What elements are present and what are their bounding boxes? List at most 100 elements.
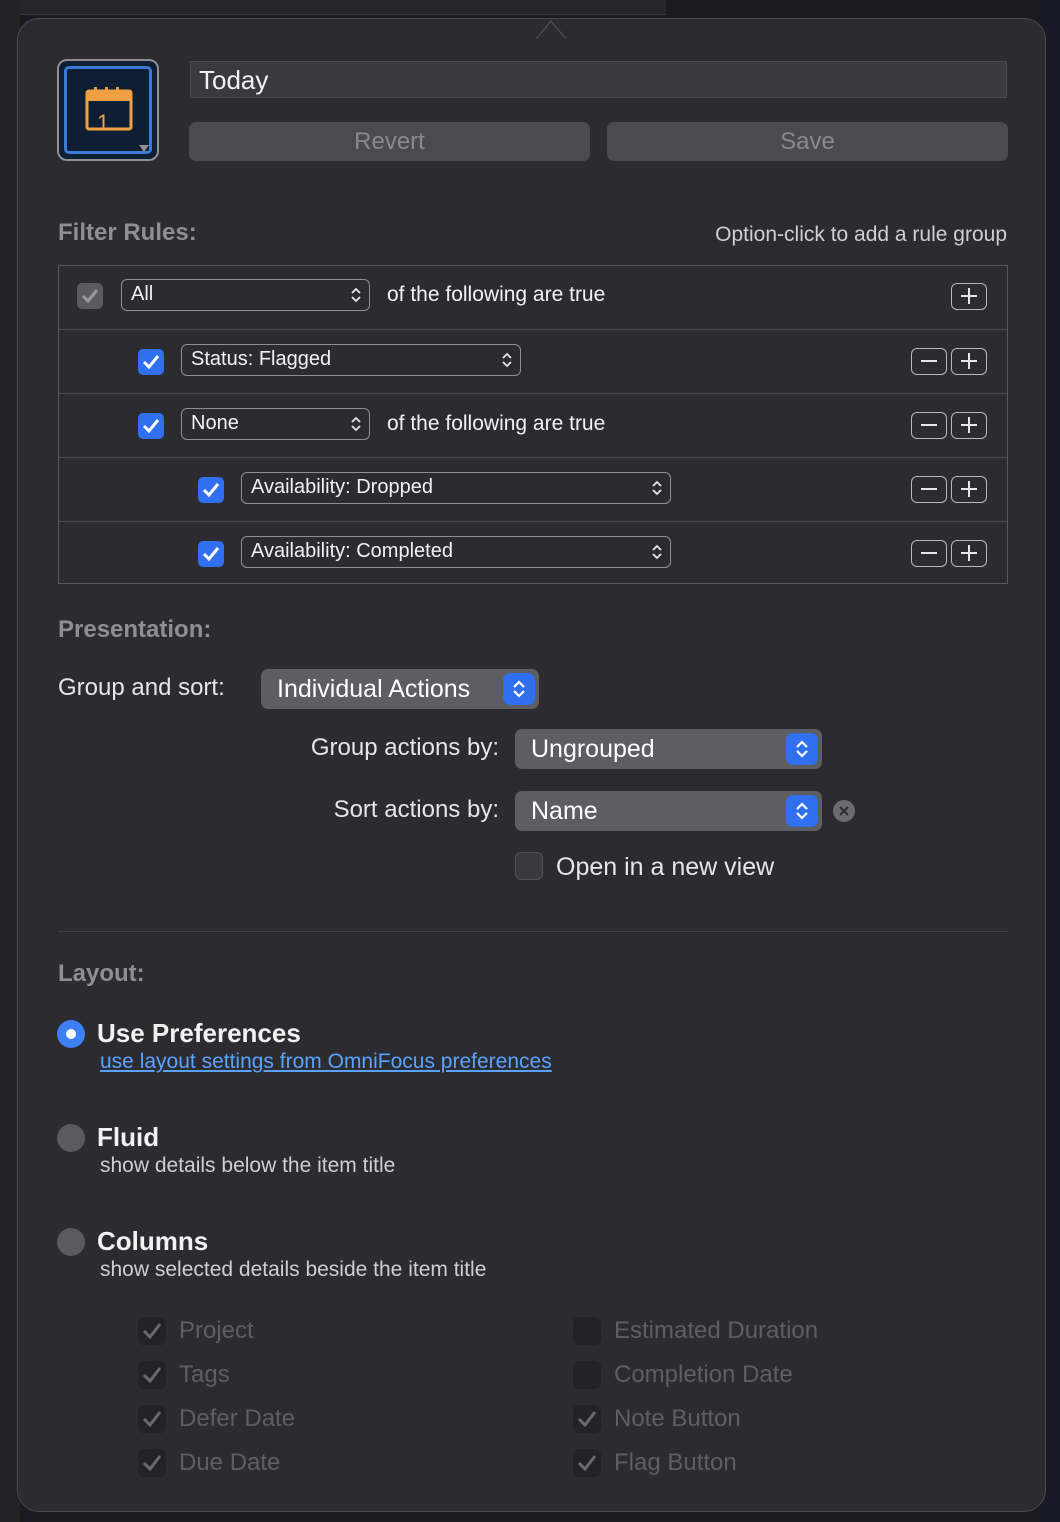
minus-icon bbox=[921, 424, 937, 426]
checkmark-icon bbox=[142, 355, 160, 370]
remove-rule-button[interactable] bbox=[911, 540, 947, 567]
updown-chevron-icon bbox=[351, 287, 361, 303]
rule-condition-popup[interactable]: Availability: Completed bbox=[241, 536, 671, 568]
column-checkbox-due-date[interactable] bbox=[138, 1449, 166, 1477]
column-label-estimated-duration: Estimated Duration bbox=[614, 1317, 819, 1344]
checkmark-icon bbox=[577, 1455, 597, 1472]
column-checkbox-project[interactable] bbox=[138, 1317, 166, 1345]
column-checkbox-completion-date[interactable] bbox=[573, 1361, 601, 1389]
calendar-day-number: 1 bbox=[97, 110, 110, 135]
add-rule-button[interactable] bbox=[951, 348, 987, 375]
remove-rule-button[interactable] bbox=[911, 476, 947, 503]
rule-suffix-text: of the following are true bbox=[387, 283, 606, 306]
revert-button[interactable]: Revert bbox=[189, 122, 590, 161]
checkmark-icon bbox=[142, 1411, 162, 1428]
perspective-name-field[interactable]: Today bbox=[190, 61, 1007, 98]
popup-value: Availability: Completed bbox=[251, 540, 453, 562]
column-label-project: Project bbox=[179, 1317, 254, 1344]
updown-chevron-icon bbox=[351, 416, 361, 432]
checkmark-icon bbox=[142, 1455, 162, 1472]
remove-rule-button[interactable] bbox=[911, 348, 947, 375]
add-rule-button[interactable] bbox=[951, 540, 987, 567]
rule-condition-popup[interactable]: Availability: Dropped bbox=[241, 472, 671, 504]
rule-checkbox[interactable] bbox=[198, 541, 224, 567]
rule-quantifier-popup[interactable]: None bbox=[181, 408, 370, 440]
checkmark-icon bbox=[142, 1367, 162, 1384]
plus-icon bbox=[961, 288, 977, 304]
popup-stepper bbox=[786, 733, 818, 765]
column-checkbox-note-button[interactable] bbox=[573, 1405, 601, 1433]
rule-condition-popup[interactable]: Status: Flagged bbox=[181, 344, 521, 376]
fluid-radio[interactable] bbox=[57, 1124, 85, 1152]
minus-icon bbox=[921, 552, 937, 554]
updown-chevron-icon bbox=[796, 802, 808, 820]
column-checkbox-flag-button[interactable] bbox=[573, 1449, 601, 1477]
rule-row-root: All of the following are true bbox=[59, 266, 1007, 330]
use-preferences-radio[interactable] bbox=[57, 1020, 85, 1048]
filter-rules-hint: Option-click to add a rule group bbox=[715, 223, 1007, 246]
save-button[interactable]: Save bbox=[607, 122, 1008, 161]
columns-radio[interactable] bbox=[57, 1228, 85, 1256]
perspective-icon-well[interactable]: 1 bbox=[57, 59, 159, 161]
column-label-note-button: Note Button bbox=[614, 1405, 741, 1432]
column-checkbox-defer-date[interactable] bbox=[138, 1405, 166, 1433]
column-label-flag-button: Flag Button bbox=[614, 1449, 737, 1476]
updown-chevron-icon bbox=[796, 740, 808, 758]
add-rule-button[interactable] bbox=[951, 283, 987, 310]
new-view-label: Open in a new view bbox=[556, 853, 775, 881]
filter-rules-table: All of the following are true Status: Fl… bbox=[58, 265, 1008, 584]
section-divider bbox=[58, 931, 1008, 932]
rule-quantifier-popup[interactable]: All bbox=[121, 279, 370, 311]
popup-value: Name bbox=[531, 797, 598, 825]
add-rule-button[interactable] bbox=[951, 412, 987, 439]
rule-checkbox bbox=[77, 283, 103, 309]
remove-rule-button[interactable] bbox=[911, 412, 947, 439]
sort-by-label: Sort actions by: bbox=[333, 796, 499, 823]
close-icon bbox=[839, 806, 849, 816]
updown-chevron-icon bbox=[652, 480, 662, 496]
checkmark-icon bbox=[142, 419, 160, 434]
add-rule-button[interactable] bbox=[951, 476, 987, 503]
rule-checkbox[interactable] bbox=[138, 349, 164, 375]
clear-sort-button[interactable] bbox=[833, 800, 855, 822]
popup-value: All bbox=[131, 283, 154, 305]
rule-checkbox[interactable] bbox=[138, 413, 164, 439]
column-checkbox-estimated-duration[interactable] bbox=[573, 1317, 601, 1345]
background-window-toolbar bbox=[0, 0, 666, 15]
rule-checkbox[interactable] bbox=[198, 477, 224, 503]
column-label-defer-date: Defer Date bbox=[179, 1405, 296, 1432]
popup-stepper bbox=[503, 673, 535, 705]
column-checkbox-tags[interactable] bbox=[138, 1361, 166, 1389]
columns-title: Columns bbox=[97, 1226, 209, 1256]
sort-by-popup[interactable]: Name bbox=[515, 791, 822, 831]
new-view-checkbox[interactable] bbox=[515, 852, 543, 880]
checkmark-icon bbox=[577, 1411, 597, 1428]
preferences-link[interactable]: use layout settings from OmniFocus prefe… bbox=[100, 1050, 552, 1074]
filter-rules-heading: Filter Rules: bbox=[58, 219, 197, 246]
checkmark-icon bbox=[202, 483, 220, 498]
perspective-editor-popover: 1 Today Revert Save Filter Rules: Option… bbox=[17, 18, 1046, 1512]
chevron-down-icon bbox=[139, 145, 149, 152]
checkmark-icon bbox=[142, 1323, 162, 1340]
group-sort-popup[interactable]: Individual Actions bbox=[261, 669, 539, 709]
plus-icon bbox=[961, 417, 977, 433]
checkmark-icon bbox=[202, 547, 220, 562]
updown-chevron-icon bbox=[502, 352, 512, 368]
columns-subtitle: show selected details beside the item ti… bbox=[100, 1258, 487, 1281]
layout-heading: Layout: bbox=[58, 960, 145, 987]
popup-value: Individual Actions bbox=[277, 675, 471, 703]
popup-value: Availability: Dropped bbox=[251, 476, 433, 498]
radio-dot bbox=[66, 1029, 76, 1039]
presentation-heading: Presentation: bbox=[58, 616, 212, 643]
minus-icon bbox=[921, 488, 937, 490]
plus-icon bbox=[961, 353, 977, 369]
fluid-subtitle: show details below the item title bbox=[100, 1154, 396, 1177]
plus-icon bbox=[961, 545, 977, 561]
rule-suffix-text: of the following are true bbox=[387, 412, 606, 435]
group-by-popup[interactable]: Ungrouped bbox=[515, 729, 822, 769]
checkmark-icon bbox=[81, 289, 99, 304]
fluid-title: Fluid bbox=[97, 1122, 160, 1152]
column-label-completion-date: Completion Date bbox=[614, 1361, 793, 1388]
popup-stepper bbox=[786, 795, 818, 827]
popup-value: None bbox=[191, 412, 239, 434]
